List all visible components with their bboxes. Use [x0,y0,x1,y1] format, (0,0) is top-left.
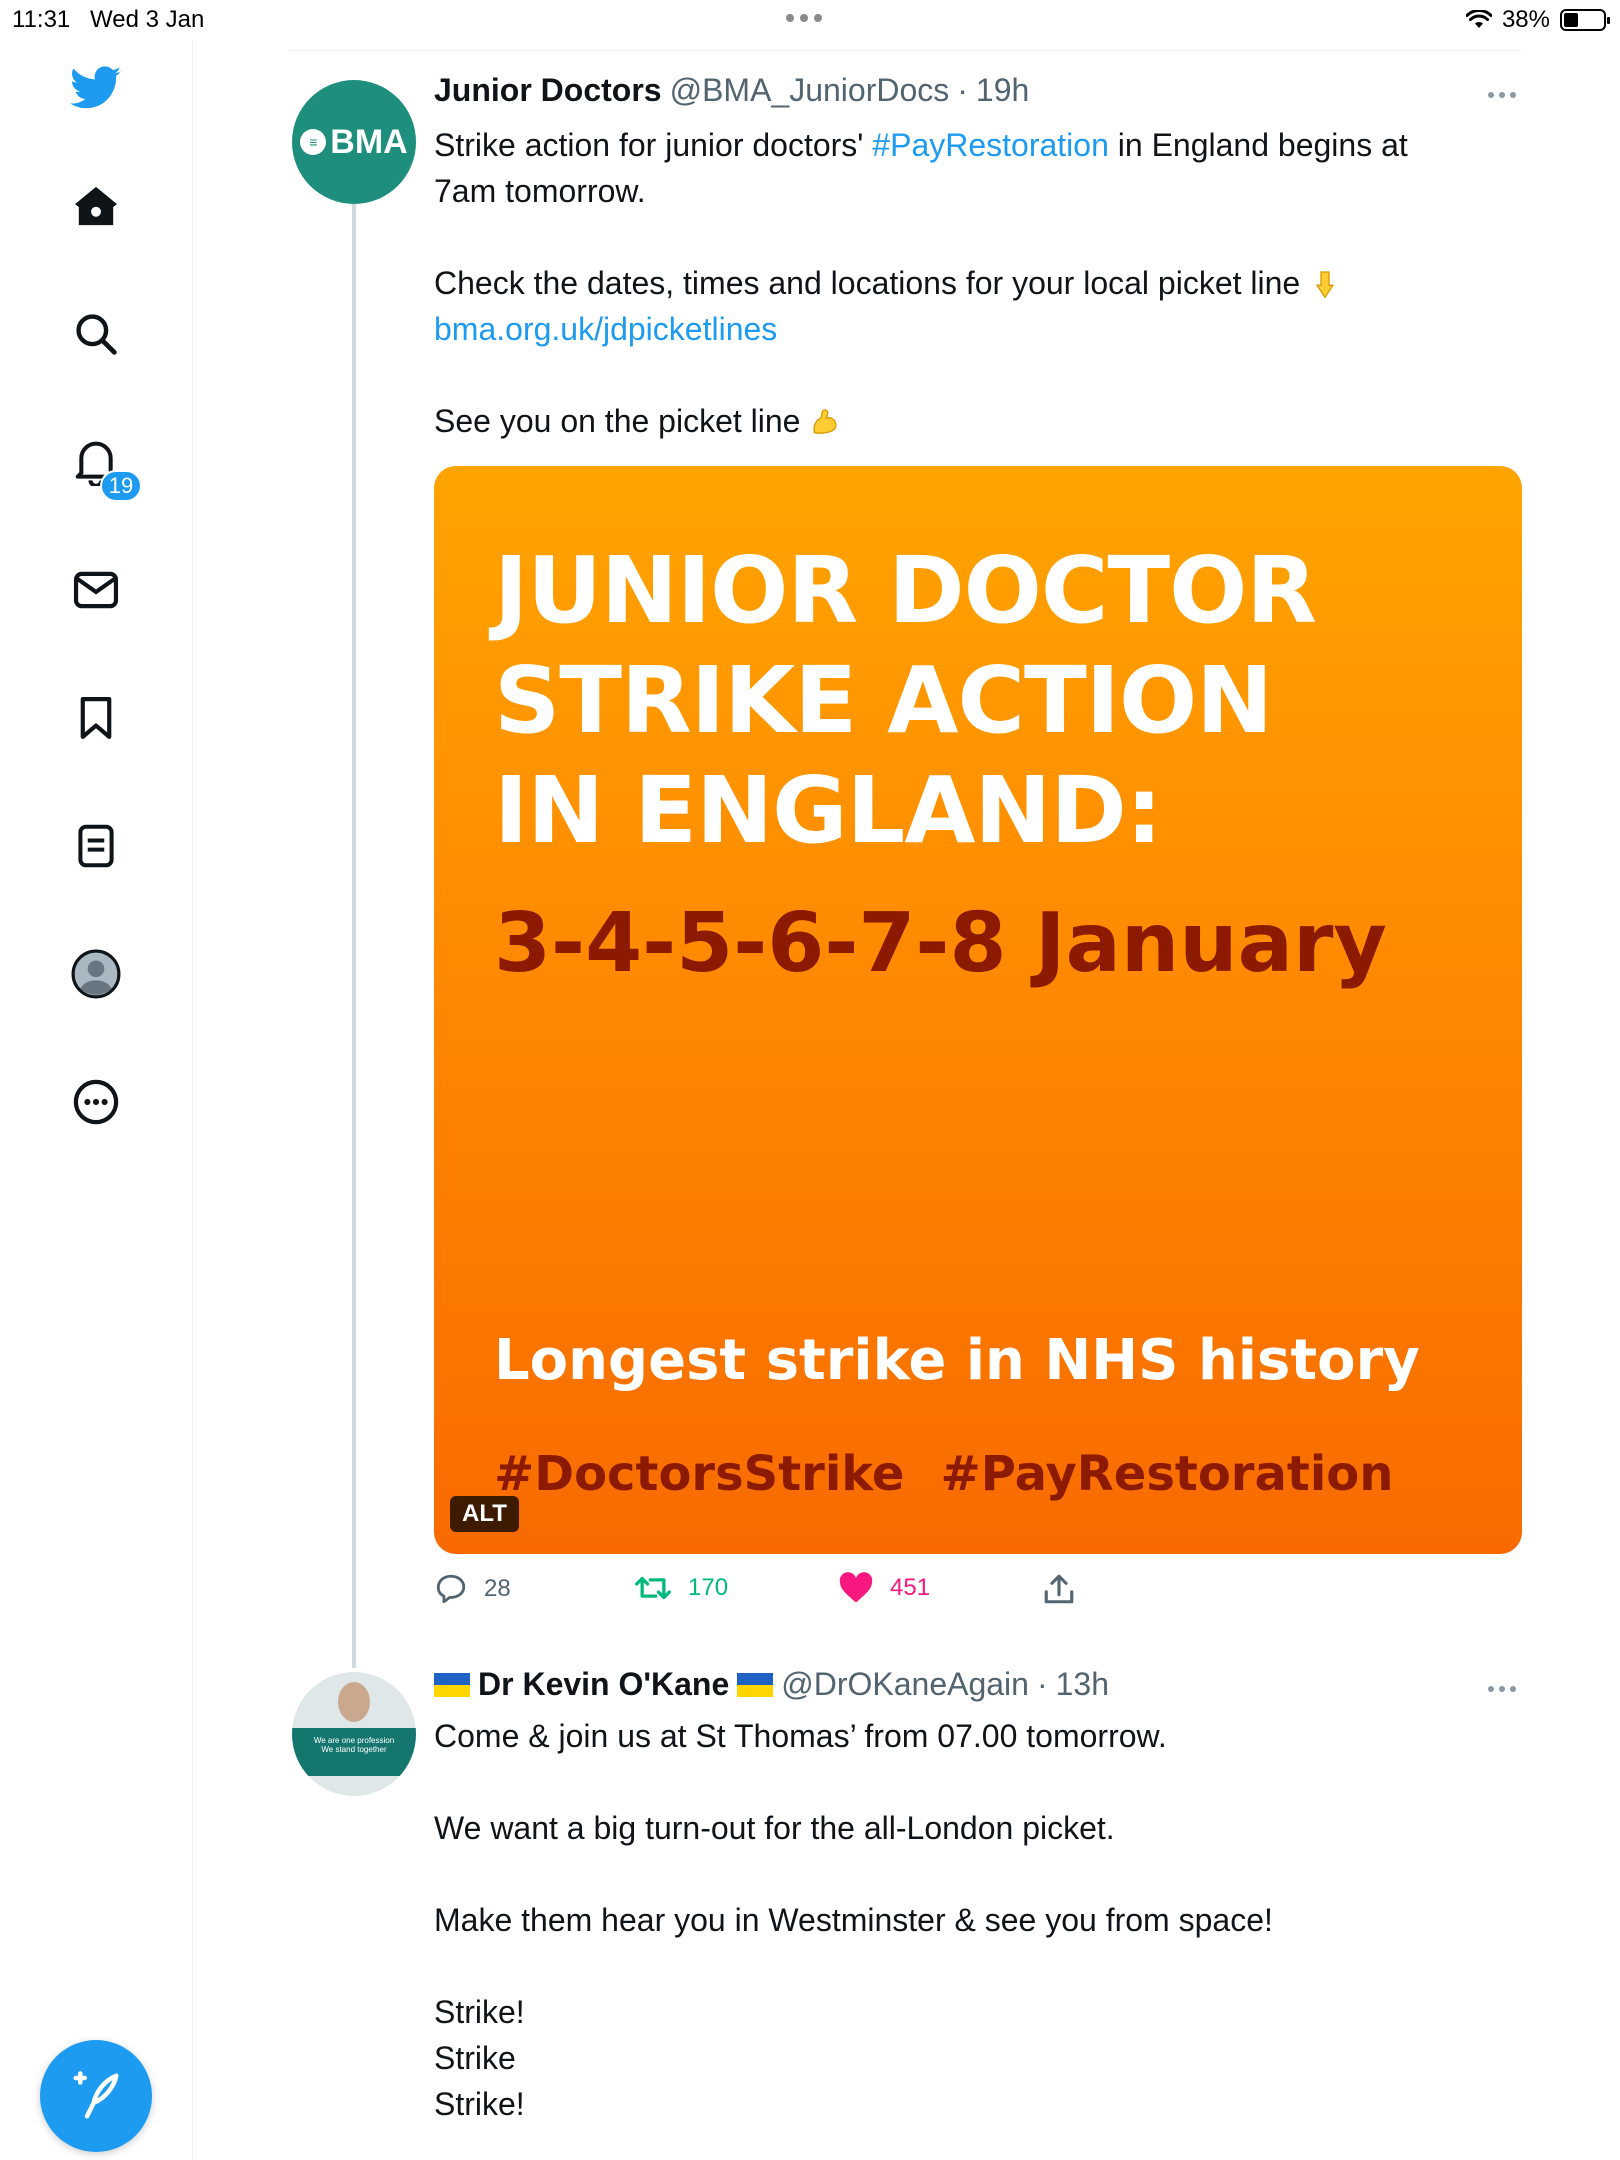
status-right: 38% [1465,6,1610,34]
image-hashtag: #DoctorsStrike [494,1446,905,1502]
author-name[interactable]: Dr Kevin O'Kane [478,1666,729,1703]
image-dates: 3-4-5-6-7-8 January [494,896,1387,991]
profile-avatar-icon[interactable] [70,948,122,1000]
timeline-top-divider [290,50,1522,51]
status-time: 11:31 [12,6,71,33]
lists-icon[interactable] [70,820,122,872]
tweet-time[interactable]: 13h [1056,1666,1109,1703]
hashtag-link[interactable]: #PayRestoration [872,127,1109,163]
image-hashtags: #DoctorsStrike #PayRestoration [494,1446,1393,1502]
like-count: 451 [890,1574,931,1601]
image-headline-line1: JUNIOR DOCTOR [494,537,1317,644]
tweet-text-segment: See you on the picket line [434,403,810,439]
avatar-placard-subtext: We stand together [321,1745,387,1754]
tweet-image[interactable]: JUNIOR DOCTOR STRIKE ACTION IN ENGLAND: … [434,466,1522,1554]
avatar-placard: We are one profession We stand together [292,1728,416,1776]
avatar-logo-text: BMA [330,122,408,161]
ukraine-flag-icon [434,1672,470,1697]
tweet-text-segment: Check the dates, times and locations for… [434,265,1310,301]
bookmarks-icon[interactable] [70,692,122,744]
notifications-count-badge: 19 [100,470,142,502]
tweet-text-line: Come & join us at St Thomas’ from 07.00 … [434,1718,1167,1754]
tweet-actions: 28 170 451 [434,1572,1134,1612]
reply-count: 28 [484,1575,511,1602]
tweet-more-menu-icon[interactable] [1488,92,1524,98]
image-headline-line3: IN ENGLAND: [494,757,1163,864]
tweet-text-line: Strike! [434,2086,525,2122]
multitasking-dots-icon[interactable] [786,14,822,22]
author-handle[interactable]: @DrOKaneAgain [781,1666,1029,1703]
compose-tweet-button[interactable] [40,2040,152,2152]
tweet-body: Strike action for junior doctors' #PayRe… [434,122,1524,444]
retweet-button[interactable]: 170 [634,1572,728,1604]
status-bar: 11:31 Wed 3 Jan 38% [0,0,1620,40]
sidebar-nav: 19 [0,40,193,2160]
image-headline-line2: STRIKE ACTION [494,647,1273,754]
tweet-body: Come & join us at St Thomas’ from 07.00 … [434,1713,1524,2127]
wifi-icon [1465,10,1492,28]
thread-connector-line [352,200,356,1668]
image-subtitle: Longest strike in NHS history [494,1328,1420,1393]
tweet-text-line: We want a big turn-out for the all-Londo… [434,1810,1115,1846]
url-link[interactable]: bma.org.uk/jdpicketlines [434,311,777,347]
retweet-count: 170 [688,1574,729,1601]
alt-text-badge[interactable]: ALT [450,1496,519,1532]
image-hashtag: #PayRestoration [940,1446,1394,1502]
tweet-text-line: Make them hear you in Westminster & see … [434,1902,1273,1938]
tweet-text-segment: Strike action for junior doctors' [434,127,873,163]
home-icon[interactable] [70,180,122,232]
tweet-header: Junior Doctors @BMA_JuniorDocs · 19h [434,72,1029,109]
ukraine-flag-icon [737,1672,774,1697]
tweet-header: Dr Kevin O'Kane @DrOKaneAgain · 13h [434,1666,1109,1703]
tweet-more-menu-icon[interactable] [1488,1686,1524,1692]
tweet-text-line: 7am tomorrow. [434,173,646,209]
separator-dot: · [1036,1666,1048,1702]
retweet-icon [635,1576,671,1600]
heart-filled-icon [839,1572,873,1603]
flexed-biceps-emoji-icon [813,409,837,434]
bma-logo-icon: ≡ [300,129,327,155]
share-upload-icon [1044,1574,1074,1604]
avatar-face [338,1682,370,1722]
avatar[interactable]: We are one profession We stand together [292,1672,416,1796]
pointing-down-emoji-icon [1315,271,1335,299]
tweet-text-line: Strike [434,2040,516,2076]
twitter-bird-icon[interactable] [70,62,122,114]
search-icon[interactable] [70,308,122,360]
reply-button[interactable]: 28 [434,1572,511,1606]
tweet-time[interactable]: 19h [976,72,1029,109]
reply-bubble-icon [436,1574,466,1604]
tweet-text-line: Strike! [434,1994,525,2030]
tweet-text-segment: in England begins at [1108,127,1408,163]
battery-percent: 38% [1501,6,1550,33]
separator-dot: · [957,72,968,108]
messages-envelope-icon[interactable] [70,564,122,616]
battery-icon [1560,9,1610,31]
share-button[interactable] [1042,1572,1076,1606]
compose-feather-icon [73,2071,119,2119]
author-handle[interactable]: @BMA_JuniorDocs [670,72,950,109]
like-button[interactable]: 451 [838,1572,930,1604]
status-date: Wed 3 Jan [90,6,205,33]
avatar[interactable]: ≡ BMA [292,80,416,204]
more-options-circle-icon[interactable] [70,1076,122,1128]
author-name[interactable]: Junior Doctors [434,72,662,109]
avatar-placard-text: We are one profession [313,1736,395,1745]
